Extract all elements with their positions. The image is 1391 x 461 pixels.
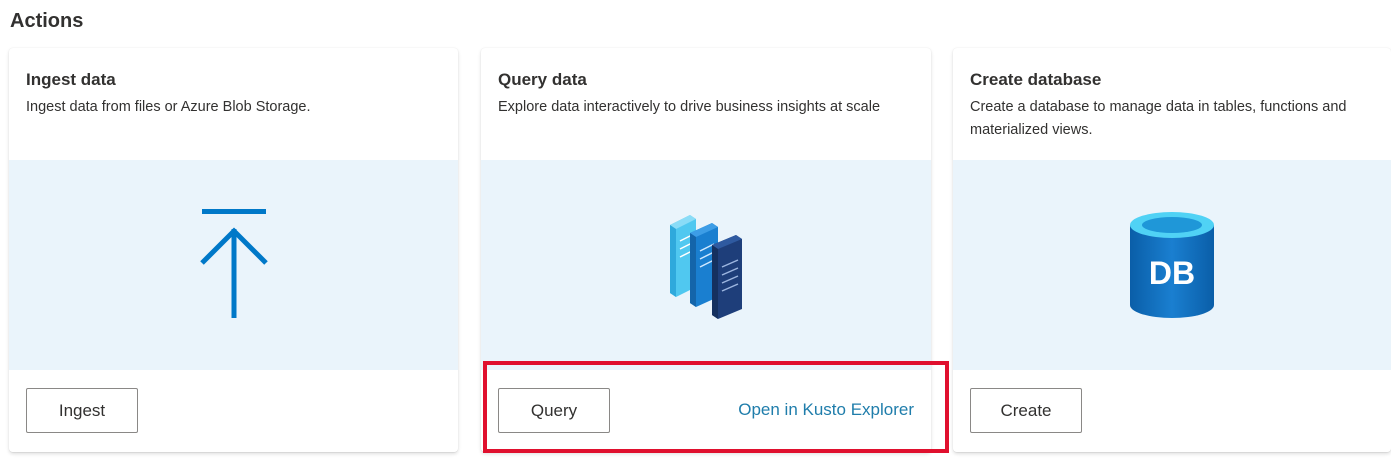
- card-footer: Create: [953, 370, 1391, 452]
- ingest-data-card: Ingest data Ingest data from files or Az…: [9, 48, 458, 452]
- query-button[interactable]: Query: [498, 388, 610, 433]
- card-image-panel: [9, 160, 458, 370]
- create-database-card: Create database Create a database to man…: [953, 48, 1391, 452]
- query-documents-icon: [670, 215, 742, 319]
- ingest-button[interactable]: Ingest: [26, 388, 138, 433]
- section-title: Actions: [10, 10, 84, 32]
- card-footer: Ingest: [9, 370, 458, 452]
- card-image-panel: [481, 160, 931, 370]
- database-icon: DB: [1130, 212, 1214, 318]
- open-in-kusto-explorer-link[interactable]: Open in Kusto Explorer: [738, 400, 914, 420]
- card-image-panel: DB: [953, 160, 1391, 370]
- create-button[interactable]: Create: [970, 388, 1082, 433]
- query-data-card: Query data Explore data interactively to…: [481, 48, 931, 452]
- card-description: Explore data interactively to drive busi…: [498, 99, 881, 115]
- card-footer: Query Open in Kusto Explorer: [481, 370, 931, 452]
- card-title: Ingest data: [26, 70, 116, 89]
- card-description: Create a database to manage data in tabl…: [970, 99, 1347, 138]
- database-icon-label: DB: [1149, 255, 1195, 291]
- upload-arrow-icon: [199, 209, 268, 318]
- card-description: Ingest data from files or Azure Blob Sto…: [26, 99, 311, 115]
- card-title: Create database: [970, 70, 1102, 89]
- card-title: Query data: [498, 70, 587, 89]
